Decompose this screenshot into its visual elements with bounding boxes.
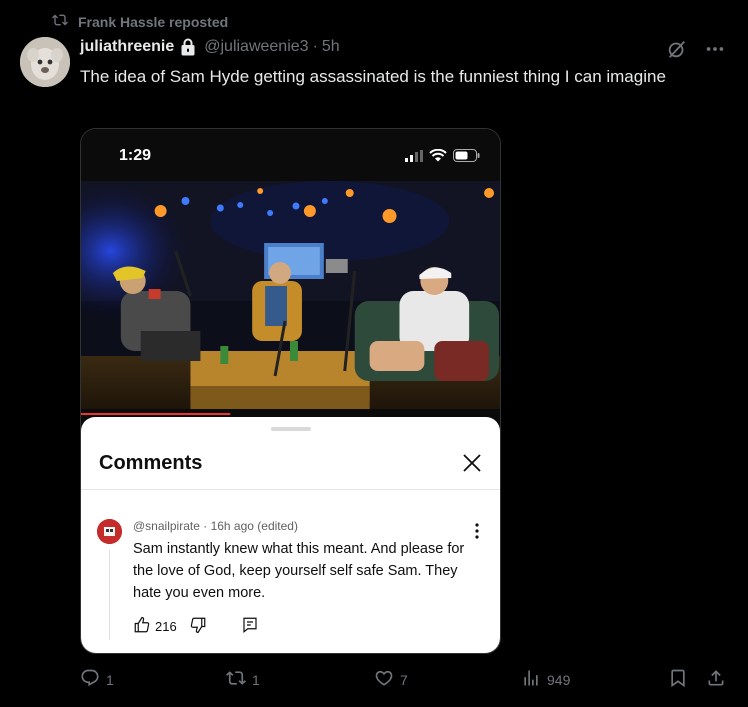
handle[interactable]: @juliaweenie3 — [204, 38, 308, 56]
comment-avatar[interactable] — [97, 519, 122, 544]
repost-action-icon — [226, 668, 246, 691]
views-icon — [521, 668, 541, 691]
comment-like-count: 216 — [155, 619, 177, 634]
like-button[interactable]: 7 — [374, 668, 408, 691]
repost-icon — [52, 12, 68, 31]
comments-title: Comments — [99, 452, 203, 474]
thread-line — [109, 550, 110, 640]
comment-author[interactable]: @snailpirate — [133, 519, 200, 533]
repost-count: 1 — [252, 671, 260, 688]
comment-like-button[interactable]: 216 — [133, 616, 177, 637]
grok-icon[interactable] — [666, 38, 688, 65]
sheet-divider — [81, 489, 500, 490]
status-time: 1:29 — [119, 147, 152, 164]
repost-indicator[interactable]: Frank Hassle reposted — [52, 12, 228, 31]
comments-sheet: Comments @snailpirate · 16h ago (edited)… — [81, 417, 500, 653]
repost-button[interactable]: 1 — [226, 668, 260, 691]
lock-icon — [180, 38, 196, 56]
wifi-icon — [429, 148, 447, 167]
comment-text: Sam instantly knew what this meant. And … — [133, 541, 465, 601]
comment-meta: @snailpirate · 16h ago (edited) — [133, 519, 298, 533]
reply-icon — [80, 668, 100, 691]
phone-status-bar: 1:29 — [81, 129, 500, 181]
battery-icon — [453, 149, 480, 167]
sheet-drag-handle[interactable] — [271, 427, 311, 431]
thumbs-up-icon — [133, 616, 151, 637]
repost-text: Frank Hassle reposted — [78, 13, 229, 30]
display-name[interactable]: juliathreenie — [80, 38, 174, 56]
like-count: 7 — [400, 671, 408, 688]
views-button[interactable]: 949 — [521, 668, 570, 691]
signal-icon — [405, 149, 423, 167]
share-icon[interactable] — [706, 668, 726, 688]
bookmark-icon[interactable] — [668, 668, 688, 688]
close-icon[interactable] — [460, 451, 484, 475]
tweet-action-bar: 1 1 7 949 — [80, 668, 730, 696]
video-frame — [81, 181, 500, 415]
more-icon[interactable] — [704, 38, 726, 65]
comment-time: · 16h ago (edited) — [203, 519, 298, 533]
timestamp[interactable]: 5h — [322, 38, 340, 56]
like-icon — [374, 668, 394, 691]
avatar[interactable] — [20, 37, 70, 87]
top-actions — [666, 38, 726, 65]
tweet-text: The idea of Sam Hyde getting assassinate… — [80, 67, 666, 86]
thumbs-down-icon[interactable] — [189, 616, 207, 637]
tweet-header: juliathreenie @juliaweenie3 · 5h — [80, 38, 340, 56]
comment-actions: 216 — [133, 616, 259, 637]
views-count: 949 — [547, 671, 571, 688]
comment-more-icon[interactable] — [474, 523, 480, 539]
media-card[interactable]: 1:29 Comments @snailpirate · 16h ago (ed… — [80, 128, 501, 654]
reply-comment-icon[interactable] — [241, 616, 259, 637]
separator: · — [312, 38, 318, 55]
reply-count: 1 — [106, 671, 114, 688]
reply-button[interactable]: 1 — [80, 668, 114, 691]
